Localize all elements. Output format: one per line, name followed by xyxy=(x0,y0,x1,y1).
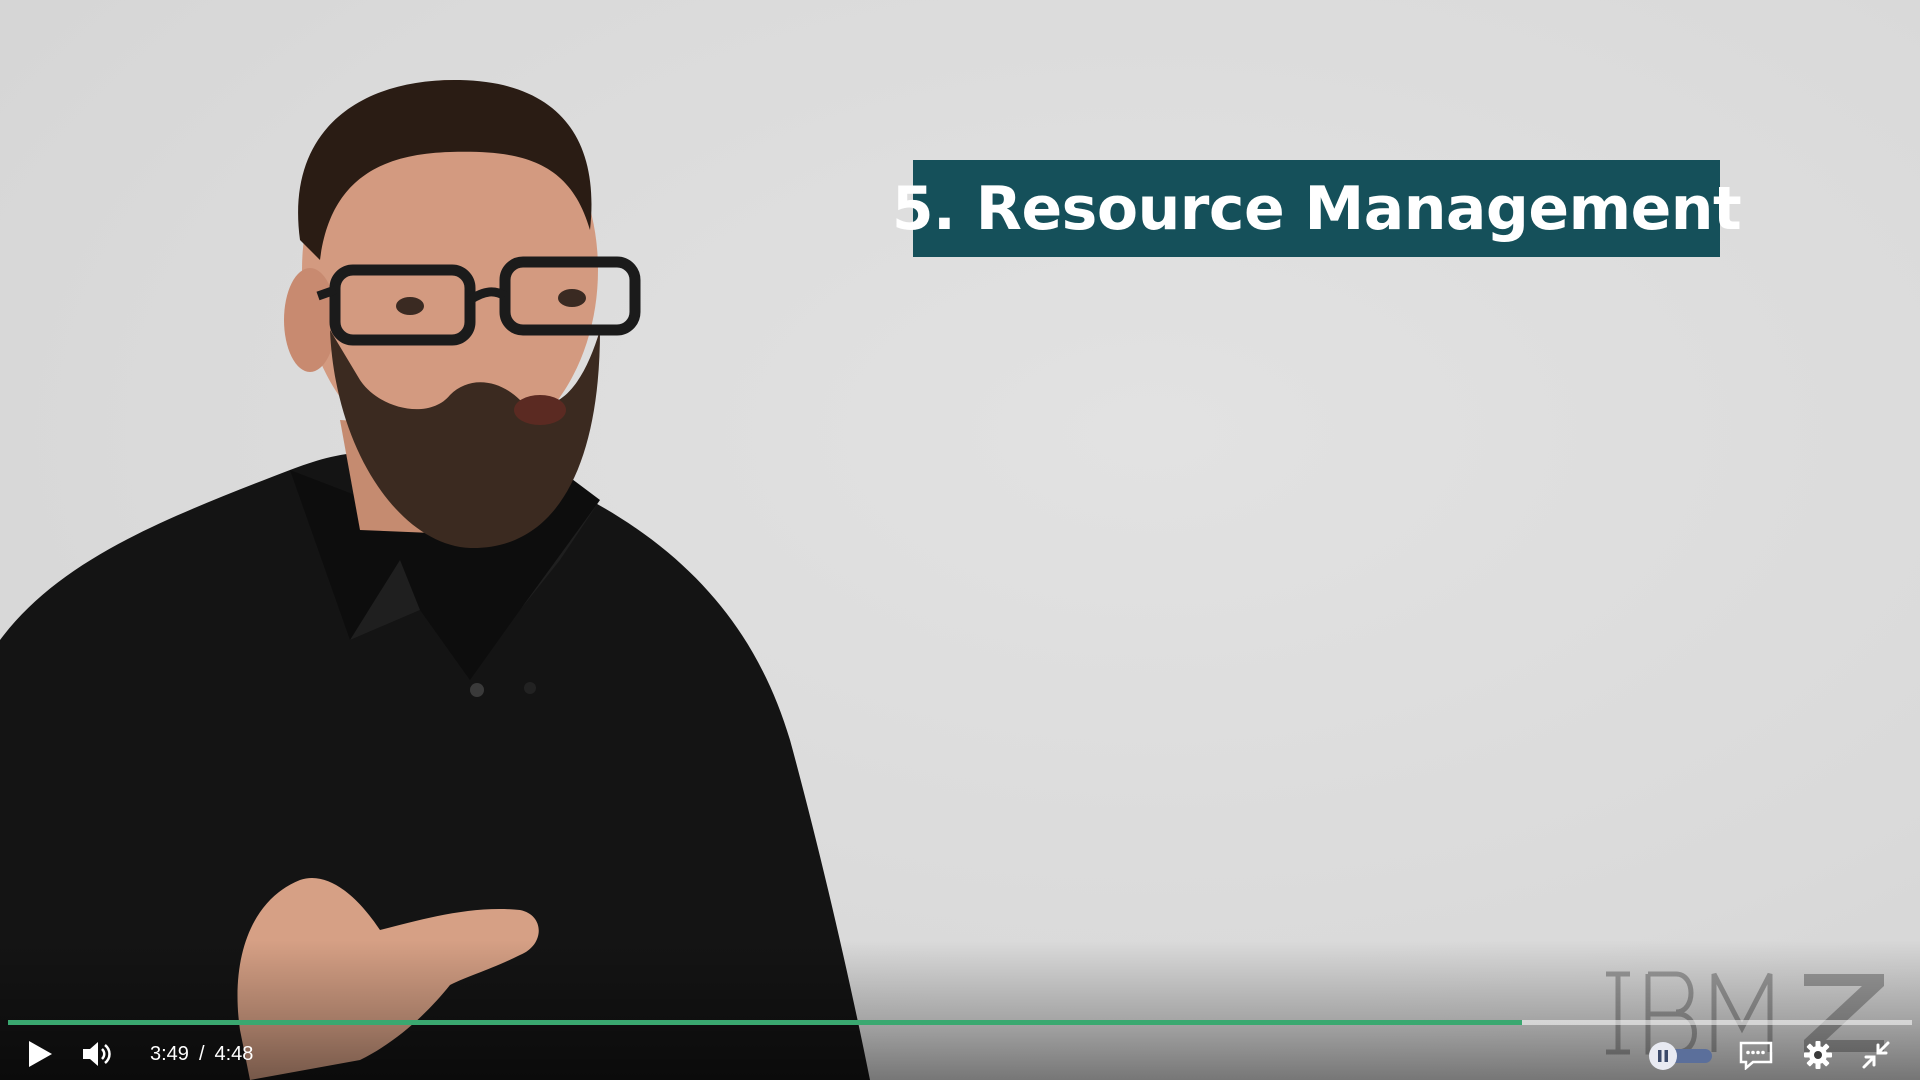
video-controls: 3:49 / 4:48 xyxy=(0,1030,1920,1080)
speed-toggle[interactable] xyxy=(1648,1041,1714,1071)
speed-toggle-icon xyxy=(1649,1042,1712,1070)
duration: 4:48 xyxy=(214,1043,254,1065)
exit-fullscreen-button[interactable] xyxy=(1858,1037,1894,1073)
progress-played xyxy=(8,1020,1522,1025)
play-button[interactable] xyxy=(22,1036,58,1072)
presenter-video-frame xyxy=(0,79,870,1080)
video-player[interactable]: 5. Resource Management 3:49 / 4:48 xyxy=(0,0,1920,1080)
time-separator: / xyxy=(198,1043,205,1065)
current-time: 3:49 xyxy=(150,1043,189,1065)
progress-bar[interactable] xyxy=(8,1020,1912,1025)
settings-button[interactable] xyxy=(1800,1037,1836,1073)
time-display: 3:49 / 4:48 xyxy=(150,1042,253,1066)
volume-icon xyxy=(83,1042,111,1066)
captions-button[interactable] xyxy=(1738,1038,1774,1072)
closed-captions-icon xyxy=(1739,1041,1773,1070)
title-card-text: 5. Resource Management xyxy=(891,173,1742,244)
volume-button[interactable] xyxy=(80,1036,116,1072)
play-icon xyxy=(29,1041,52,1067)
title-card: 5. Resource Management xyxy=(892,160,1742,257)
exit-fullscreen-icon xyxy=(1862,1041,1890,1069)
gear-icon xyxy=(1804,1041,1832,1069)
